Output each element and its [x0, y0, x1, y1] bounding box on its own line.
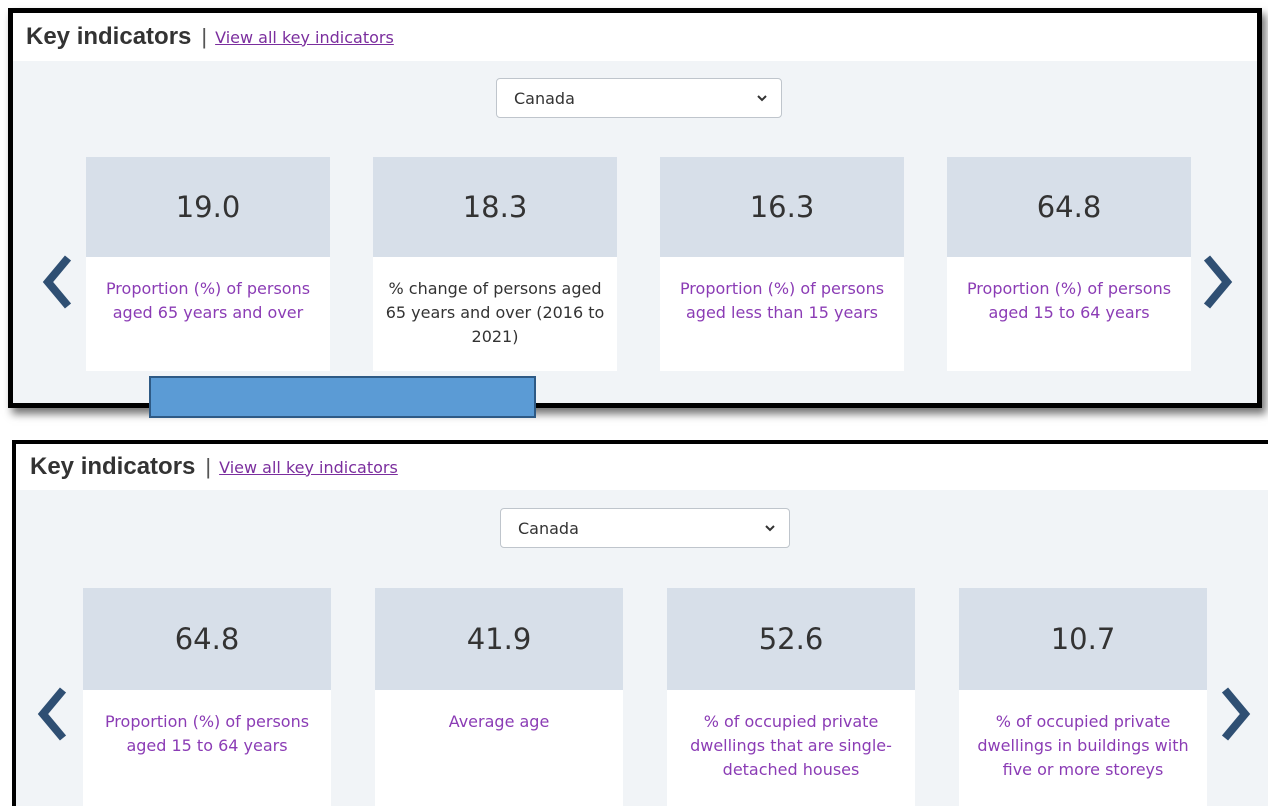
panel-title: Key indicators: [30, 453, 196, 480]
indicator-card[interactable]: 16.3 Proportion (%) of persons aged less…: [660, 157, 904, 371]
chevron-left-icon: [42, 255, 72, 309]
geography-select[interactable]: Canada: [496, 78, 782, 118]
indicator-card[interactable]: 52.6 % of occupied private dwellings tha…: [667, 588, 915, 806]
indicator-value: 64.8: [947, 157, 1191, 257]
indicator-value: 19.0: [86, 157, 330, 257]
panel-title: Key indicators: [26, 23, 192, 50]
indicator-label[interactable]: % of occupied private dwellings in build…: [959, 690, 1207, 782]
indicator-card[interactable]: 19.0 Proportion (%) of persons aged 65 y…: [86, 157, 330, 371]
indicator-label[interactable]: Average age: [375, 690, 623, 734]
view-all-key-indicators-link[interactable]: View all key indicators: [219, 458, 398, 477]
indicator-label[interactable]: Proportion (%) of persons aged less than…: [660, 257, 904, 325]
view-all-key-indicators-link[interactable]: View all key indicators: [215, 28, 394, 47]
highlight-bar: [149, 376, 536, 418]
indicator-label[interactable]: Proportion (%) of persons aged 15 to 64 …: [947, 257, 1191, 325]
indicator-value: 41.9: [375, 588, 623, 690]
panel-header: Key indicators | View all key indicators: [13, 13, 1257, 61]
indicator-label[interactable]: Proportion (%) of persons aged 15 to 64 …: [83, 690, 331, 758]
chevron-right-icon: [1203, 255, 1233, 309]
indicator-label[interactable]: % of occupied private dwellings that are…: [667, 690, 915, 782]
key-indicators-panel-top: Key indicators | View all key indicators…: [8, 8, 1262, 408]
chevron-down-icon: [765, 525, 775, 532]
indicator-value: 52.6: [667, 588, 915, 690]
header-separator: |: [205, 454, 212, 479]
geography-select-value: Canada: [518, 518, 579, 538]
panel-header: Key indicators | View all key indicators: [16, 444, 1268, 490]
indicator-card[interactable]: 64.8 Proportion (%) of persons aged 15 t…: [947, 157, 1191, 371]
indicator-card[interactable]: 41.9 Average age: [375, 588, 623, 806]
indicator-label[interactable]: Proportion (%) of persons aged 65 years …: [86, 257, 330, 325]
carousel-prev-button[interactable]: [37, 252, 77, 312]
chevron-down-icon: [757, 95, 767, 102]
indicator-card[interactable]: 64.8 Proportion (%) of persons aged 15 t…: [83, 588, 331, 806]
geography-select-value: Canada: [514, 88, 575, 108]
carousel-next-button[interactable]: [1198, 252, 1238, 312]
carousel-next-button[interactable]: [1216, 684, 1256, 744]
indicator-card[interactable]: 10.7 % of occupied private dwellings in …: [959, 588, 1207, 806]
indicator-card[interactable]: 18.3 % change of persons aged 65 years a…: [373, 157, 617, 371]
indicator-value: 64.8: [83, 588, 331, 690]
chevron-left-icon: [37, 687, 67, 741]
indicator-value: 16.3: [660, 157, 904, 257]
carousel-prev-button[interactable]: [32, 684, 72, 744]
indicator-value: 18.3: [373, 157, 617, 257]
indicator-label: % change of persons aged 65 years and ov…: [385, 279, 605, 346]
chevron-right-icon: [1221, 687, 1251, 741]
key-indicators-panel-bottom: Key indicators | View all key indicators…: [12, 440, 1268, 806]
header-separator: |: [201, 24, 208, 49]
geography-select[interactable]: Canada: [500, 508, 790, 548]
indicator-value: 10.7: [959, 588, 1207, 690]
